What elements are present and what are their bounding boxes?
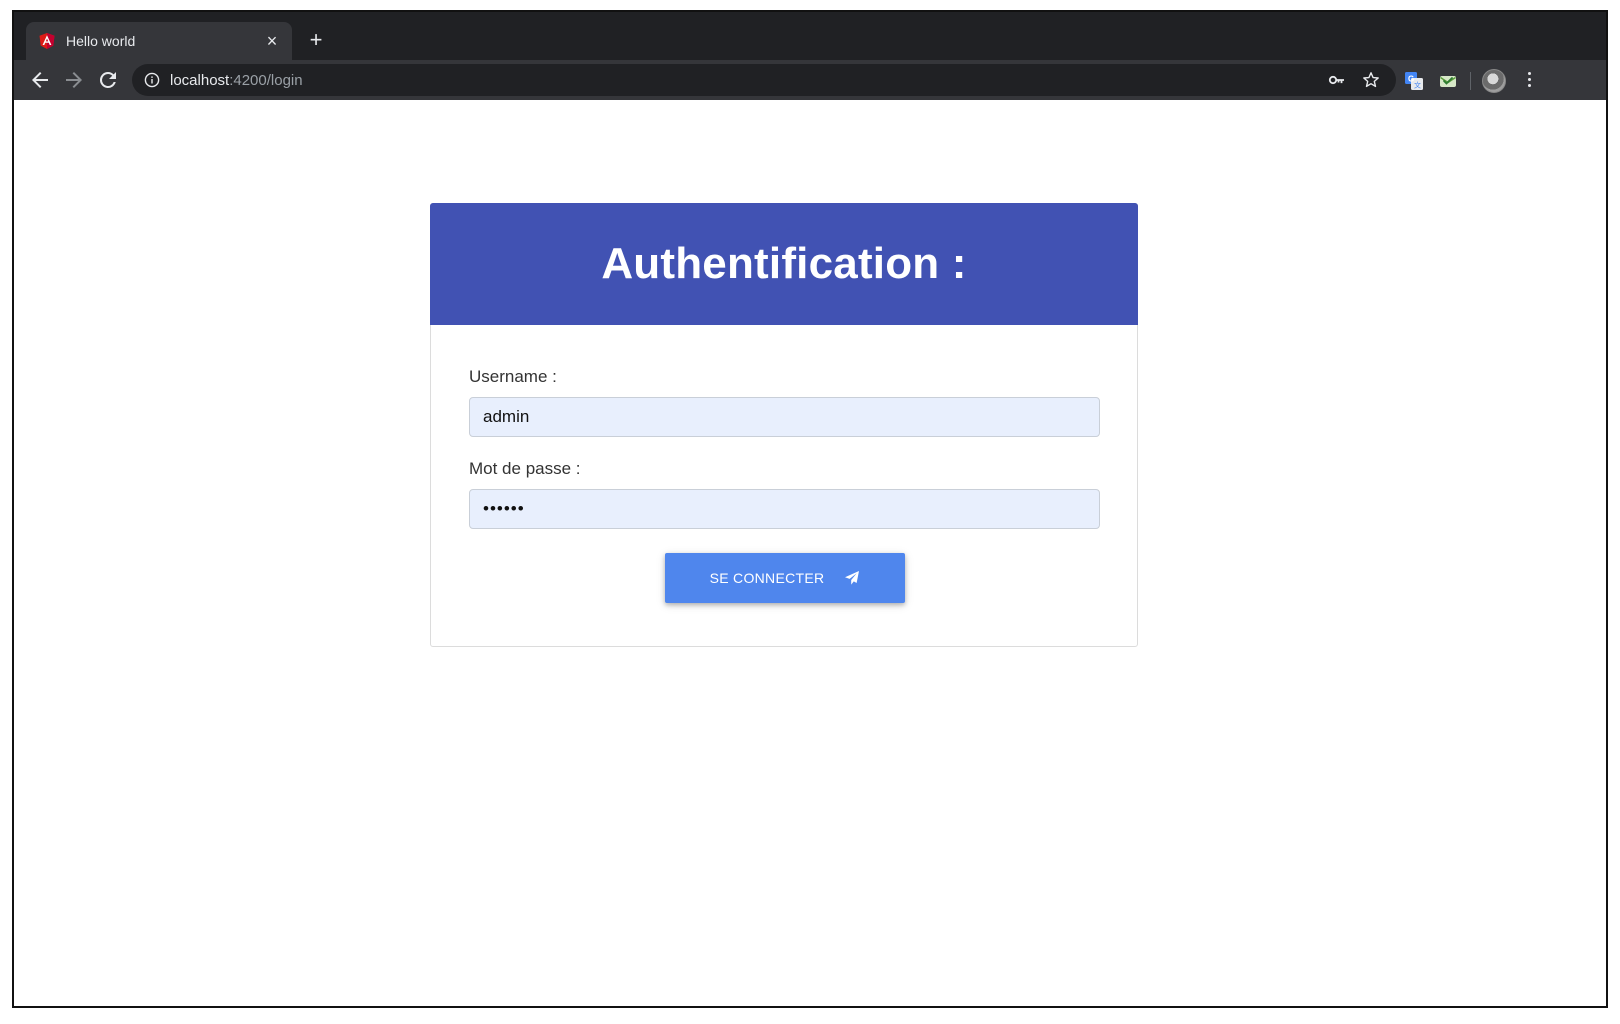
- info-icon[interactable]: [144, 72, 160, 88]
- login-submit-label: SE CONNECTER: [709, 570, 825, 586]
- profile-avatar[interactable]: [1482, 69, 1506, 93]
- reload-icon[interactable]: [96, 68, 120, 92]
- password-label: Mot de passe :: [469, 459, 581, 478]
- translate-extension-icon[interactable]: G 文: [1404, 71, 1424, 91]
- url-text: localhost:4200/login: [170, 72, 303, 89]
- username-label: Username :: [469, 367, 557, 386]
- browser-toolbar: localhost:4200/login G 文: [14, 60, 1606, 101]
- login-card-header: Authentification :: [430, 203, 1138, 325]
- login-submit-button[interactable]: SE CONNECTER: [665, 553, 905, 603]
- key-icon[interactable]: [1328, 71, 1346, 89]
- mail-extension-icon[interactable]: [1438, 71, 1458, 91]
- url-path: :4200/login: [229, 72, 303, 89]
- svg-text:文: 文: [1414, 81, 1421, 90]
- login-card: Authentification : Username : Mot de pas…: [430, 203, 1138, 647]
- url-host: localhost: [170, 72, 230, 89]
- forward-arrow-icon[interactable]: [62, 68, 86, 92]
- tab-strip: Hello world × +: [14, 12, 1606, 60]
- angular-icon: [39, 33, 55, 49]
- page-viewport: Authentification : Username : Mot de pas…: [14, 100, 1606, 1006]
- back-arrow-icon[interactable]: [28, 68, 52, 92]
- tab-close-icon[interactable]: ×: [262, 31, 282, 51]
- password-input[interactable]: [469, 489, 1100, 529]
- new-tab-button[interactable]: +: [304, 29, 328, 53]
- browser-window: Hello world × + localhost:4200/login G 文…: [12, 10, 1608, 1008]
- tab-hello-world[interactable]: Hello world ×: [26, 22, 292, 60]
- username-input[interactable]: [469, 397, 1100, 437]
- address-bar[interactable]: localhost:4200/login: [132, 64, 1396, 96]
- paper-plane-icon: [845, 571, 860, 585]
- tab-title: Hello world: [66, 33, 136, 49]
- page-title: Authentification :: [601, 239, 967, 288]
- star-icon[interactable]: [1362, 71, 1380, 89]
- menu-dots-icon[interactable]: [1522, 69, 1536, 91]
- toolbar-separator: [1470, 72, 1471, 90]
